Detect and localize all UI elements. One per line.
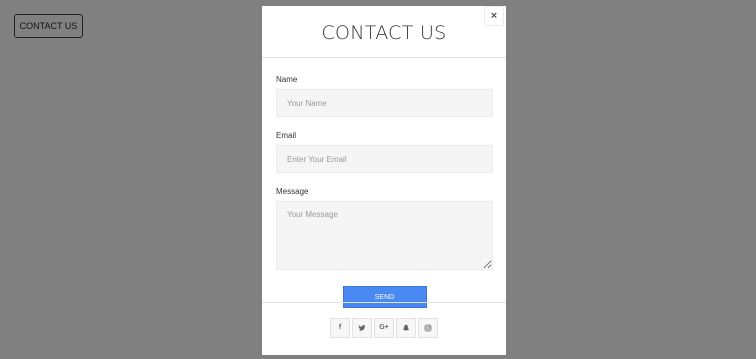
email-label: Email [276, 131, 297, 140]
message-textarea[interactable] [276, 201, 493, 270]
close-icon[interactable]: × [484, 6, 504, 26]
facebook-icon[interactable]: f [330, 317, 350, 338]
modal-footer: f G+ [262, 302, 506, 355]
contact-form: Name Email Message SEND [262, 58, 506, 308]
message-label: Message [276, 187, 309, 196]
social-links: f G+ [330, 317, 438, 338]
twitter-icon[interactable] [352, 317, 372, 338]
contact-modal: CONTACT US × Name Email Message SEND f G… [262, 6, 506, 355]
name-input[interactable] [276, 89, 493, 117]
name-label: Name [276, 75, 298, 84]
modal-title: CONTACT US [321, 21, 447, 44]
email-input[interactable] [276, 145, 493, 173]
contact-us-button[interactable]: CONTACT US [14, 14, 83, 38]
snapchat-icon[interactable] [396, 317, 416, 338]
google-plus-icon[interactable]: G+ [374, 317, 394, 338]
instagram-icon[interactable] [418, 317, 438, 338]
modal-header: CONTACT US × [262, 6, 506, 58]
